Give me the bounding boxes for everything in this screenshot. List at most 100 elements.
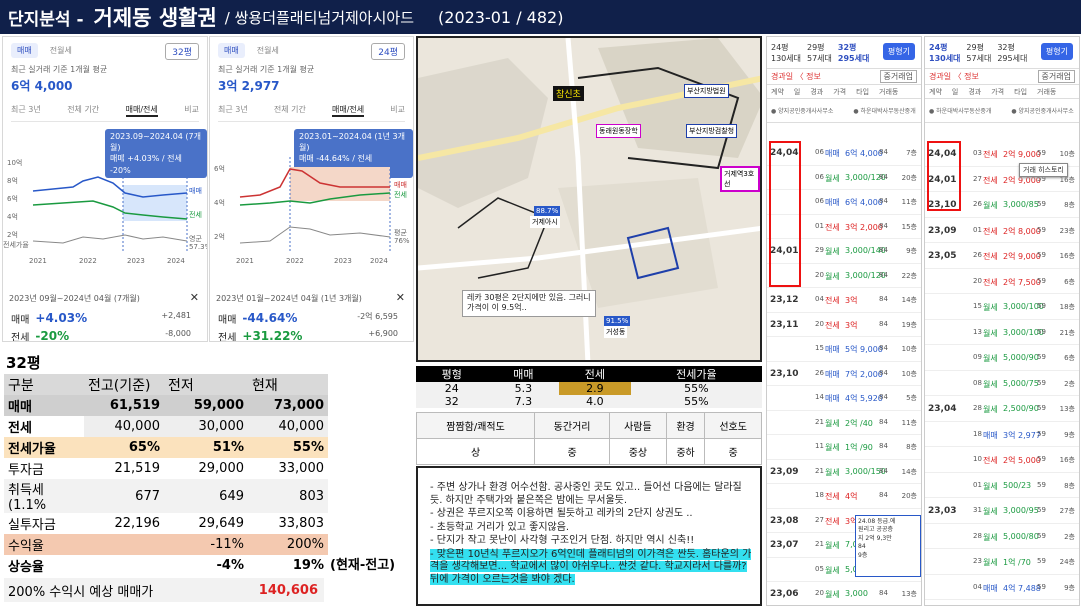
row-kind: 월세 — [983, 354, 998, 363]
table-row[interactable]: 18 전세 4억 84 20층 — [767, 484, 921, 509]
price-summary-table: 평형 매매 전세 전세가율 24 5.3 2.9 55% 32 7.3 4.0 … — [416, 366, 762, 408]
tab-all-period[interactable]: 전체 기간 — [67, 104, 99, 117]
size-tab-29[interactable]: 29평 57세대 — [966, 42, 991, 64]
size-button[interactable]: 평형기 — [1040, 43, 1073, 60]
row-date: 23,08 — [770, 515, 799, 526]
avg-line — [239, 226, 391, 244]
row-date: 23,11 — [770, 319, 799, 330]
x-tick: 2022 — [286, 257, 304, 265]
table-row[interactable]: 04 매매 4억 7,488 59 9층 — [925, 575, 1079, 600]
table-row[interactable]: 28 월세 5,000/80 59 2층 — [925, 524, 1079, 549]
stat-jeonse-value: +31.22% — [242, 329, 303, 342]
table-row[interactable]: 23,11 20 전세 3억 84 19층 — [767, 313, 921, 337]
tab-compare[interactable]: 비교 — [184, 104, 199, 117]
cell: 73,000 — [273, 398, 324, 413]
row-floor: 15층 — [901, 222, 917, 231]
stat-jeonse: 전세 +31.22% +6,900 — [218, 329, 398, 342]
table-row[interactable]: 08 월세 5,000/75 59 2층 — [925, 371, 1079, 396]
stat-sale-value: +4.03% — [35, 311, 88, 325]
table-row[interactable]: 23 월세 1억 /70 59 24층 — [925, 549, 1079, 575]
list-filter-button[interactable]: 중거래업 — [879, 70, 917, 83]
row-floor: 14층 — [901, 467, 917, 476]
agent-avatar[interactable]: ● 양지공인중개사사무소 — [1011, 106, 1073, 115]
row-day: 20 — [815, 589, 824, 597]
table-row[interactable]: 23,09 21 월세 3,000/150 84 14층 — [767, 460, 921, 484]
size-tab-24[interactable]: 24평 130세대 — [771, 42, 801, 64]
size-tab-29[interactable]: 29평 57세대 — [807, 42, 832, 64]
table-row[interactable]: 23,05 26 전세 2억 9,000 59 16층 — [925, 243, 1079, 269]
tab-compare[interactable]: 비교 — [390, 104, 405, 117]
row-area: 84 — [879, 172, 888, 181]
row-kind: 월세 — [983, 379, 998, 389]
location-map[interactable]: 참신초 부산지방법원 동래원동장학 부산지방검찰청 거제역3호선 88.7% 거… — [416, 36, 762, 362]
table-row[interactable]: 23,10 26 매매 7억 2,000 84 10층 — [767, 362, 921, 386]
transaction-list-24: 24평 130세대 29평 57세대 32평 295세대 평형기 경과일 〈 정보 중… — [924, 36, 1080, 606]
list-filter-button[interactable]: 중거래업 — [1037, 70, 1075, 83]
history-button[interactable]: 거래 히스토리 — [1019, 163, 1068, 177]
row-kind: 월세 — [983, 201, 998, 210]
list-filter-label[interactable]: 경과일 〈 정보 — [771, 71, 821, 82]
row-date: 23,06 — [770, 589, 799, 599]
row-date: 23,04 — [928, 404, 957, 414]
map-label-station: 동래원동장학 — [596, 124, 641, 138]
table-row[interactable]: 15 월세 3,000/100 59 18층 — [925, 294, 1079, 320]
table-row[interactable]: 20 전세 2억 7,500 59 6층 — [925, 269, 1079, 294]
table-row[interactable]: 23,04 28 월세 2,500/90 59 13층 — [925, 396, 1079, 422]
row-day: 20 — [815, 270, 824, 279]
tab-sale[interactable]: 매매 — [11, 43, 38, 58]
tab-sale-jeonse[interactable]: 매매/전세 — [331, 104, 365, 117]
cell: 30,000 — [164, 416, 248, 437]
list-filter-label[interactable]: 경과일 〈 정보 — [929, 71, 979, 82]
size-select[interactable]: 24평 — [371, 43, 405, 60]
col-head: 가격 — [991, 87, 1005, 96]
tab-sale[interactable]: 매매 — [218, 43, 245, 58]
agent-avatar[interactable]: ● 하운대박사무동산중개 — [929, 106, 991, 115]
legend-sale: 매매 — [189, 187, 202, 195]
tab-sale-jeonse[interactable]: 매매/전세 — [125, 104, 158, 117]
table-row[interactable]: 09 월세 5,000/90 59 6층 — [925, 345, 1079, 371]
table-row[interactable]: 23,12 04 전세 3억 84 14층 — [767, 288, 921, 313]
table-row[interactable]: 13 월세 3,000/100 59 21층 — [925, 320, 1079, 345]
close-icon[interactable]: ✕ — [190, 291, 199, 304]
table-row[interactable]: 21 월세 2억 /40 84 11층 — [767, 411, 921, 435]
close-icon[interactable]: ✕ — [396, 291, 405, 304]
row-day: 28 — [973, 531, 982, 540]
table-row[interactable]: 23,06 20 월세 3,000 84 13층 — [767, 582, 921, 605]
price-trend-chart: 6억 4억 2억 매매 전세 평균 76% 2021 2022 2023 202… — [214, 157, 410, 265]
table-row[interactable]: 11 월세 1억 /90 84 8층 — [767, 435, 921, 460]
size-tab-24[interactable]: 24평 130세대 — [929, 42, 960, 64]
table-row[interactable]: 14 매매 4억 5,920 84 5층 — [767, 386, 921, 411]
cell: 59,000 — [193, 398, 244, 413]
tab-jeonse[interactable]: 전월세 — [251, 43, 285, 58]
tab-jeonse[interactable]: 전월세 — [44, 43, 78, 58]
row-kind: 전세 — [825, 296, 840, 305]
table-row[interactable]: 23,03 31 월세 3,000/95 59 27층 — [925, 498, 1079, 524]
row-day: 18 — [815, 491, 824, 499]
table-row[interactable]: 18 매매 3억 2,977 59 9층 — [925, 422, 1079, 447]
table-row[interactable]: 01 월세 500/23 59 8층 — [925, 473, 1079, 498]
row-date: 23,09 — [928, 225, 957, 236]
size-tab-32[interactable]: 32평 295세대 — [838, 42, 869, 64]
row-floor: 9층 — [1064, 430, 1075, 439]
size-select[interactable]: 32평 — [165, 43, 199, 60]
cell: 40,000 — [248, 416, 328, 437]
agent-avatar[interactable]: ● 하운대박사무동산중개 — [853, 106, 915, 115]
row-area: 84 — [879, 368, 888, 377]
map-pin-ratio[interactable]: 91.5% — [604, 316, 631, 326]
tab-recent-3y[interactable]: 최근 3년 — [11, 104, 41, 117]
row-area: 84 — [879, 491, 888, 499]
tab-recent-3y[interactable]: 최근 3년 — [218, 104, 248, 117]
table-row[interactable]: 23,09 01 전세 2억 8,000 59 23층 — [925, 218, 1079, 243]
row-day: 15 — [973, 302, 982, 310]
investment-calc-table: 구분 전고(기준) 전저 현재 매매 61,519 59,000 73,000 … — [4, 374, 328, 576]
tab-all-period[interactable]: 전체 기간 — [274, 104, 306, 117]
size-tab-32[interactable]: 32평 295세대 — [997, 42, 1027, 64]
y-tick: 10억 — [7, 159, 22, 167]
table-row[interactable]: 15 매매 5억 9,000 84 10층 — [767, 337, 921, 362]
map-pin-ratio[interactable]: 88.7% — [534, 206, 561, 216]
size-button[interactable]: 평형기 — [882, 43, 915, 60]
legend-avg: 평균 — [394, 228, 407, 237]
row-price: 3,000/95 — [1003, 506, 1039, 515]
table-row[interactable]: 10 전세 2억 5,000 59 16층 — [925, 447, 1079, 473]
agent-avatar[interactable]: ● 양지공인중개사사무소 — [771, 106, 833, 115]
